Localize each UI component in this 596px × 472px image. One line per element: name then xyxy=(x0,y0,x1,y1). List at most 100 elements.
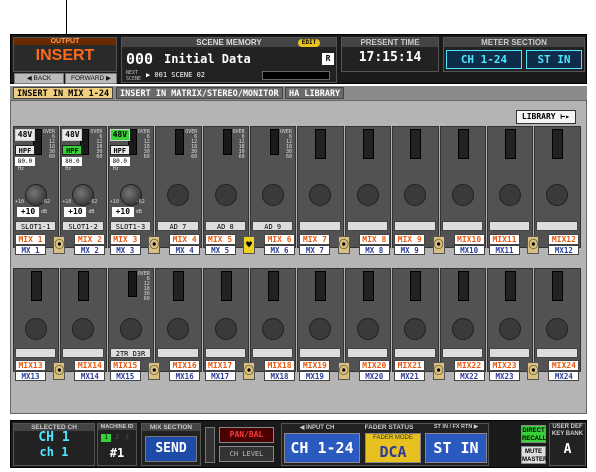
selected-ch-block[interactable]: SELECTED CH CH 1 ch 1 xyxy=(13,423,95,466)
input-patch-label[interactable] xyxy=(15,348,57,358)
gain-knob[interactable] xyxy=(451,184,474,206)
input-patch-label[interactable] xyxy=(299,348,341,358)
input-ch-button[interactable]: CH 1-24 xyxy=(284,433,360,463)
gain-knob[interactable] xyxy=(451,318,474,340)
input-patch-label[interactable]: 2TR D3R xyxy=(109,348,152,358)
st-in-button[interactable]: ST IN xyxy=(425,433,487,463)
mix-bus-label: MIX18 xyxy=(264,360,295,371)
stereo-link-icon[interactable]: ⦿ xyxy=(148,362,161,380)
input-patch-label[interactable]: SLOT1-1 xyxy=(15,221,57,231)
gain-knob[interactable] xyxy=(214,184,237,206)
present-time-label: PRESENT TIME xyxy=(342,38,438,47)
mx-bus-label: MX12 xyxy=(548,245,580,255)
machine-id-block[interactable]: MACHINE ID 1 2 3 #1 xyxy=(97,423,137,466)
stereo-link-icon[interactable]: ⦿ xyxy=(148,236,161,254)
input-patch-label[interactable] xyxy=(489,221,531,231)
meter-section-block[interactable]: METER SECTION CH 1-24 ST IN xyxy=(443,37,585,72)
forward-button[interactable]: FORWARD ▶ xyxy=(65,73,117,84)
mix-bus-label: MIX14 xyxy=(74,360,106,371)
hpf-frequency[interactable]: 80.0 xyxy=(62,157,83,166)
input-patch-label[interactable] xyxy=(394,348,436,358)
input-patch-label[interactable] xyxy=(299,221,341,231)
scene-memory-block[interactable]: SCENE MEMORY EDIT 000 Initial Data R NEX… xyxy=(121,37,337,83)
input-patch-label[interactable] xyxy=(536,348,578,358)
scene-flag: R xyxy=(322,53,334,65)
hpf-frequency[interactable]: 80.0 xyxy=(109,157,130,166)
input-patch-label[interactable]: SLOT1-3 xyxy=(109,221,152,231)
level-meter xyxy=(552,129,564,159)
phantom-48v-button[interactable]: 48V xyxy=(15,129,35,141)
gain-knob[interactable] xyxy=(119,318,142,340)
fader-mode-block[interactable]: FADER MODE DCA xyxy=(365,433,421,463)
level-meter xyxy=(505,129,516,159)
stereo-link-icon[interactable]: ⦿ xyxy=(337,236,350,254)
input-patch-label[interactable] xyxy=(536,221,578,231)
gain-knob[interactable] xyxy=(25,318,47,340)
pan-bal-button[interactable]: PAN/BAL xyxy=(219,427,274,443)
stereo-link-active-icon[interactable]: ♥ xyxy=(243,236,255,254)
input-ch-label: ◀ INPUT CH xyxy=(299,425,335,431)
ch-level-button[interactable]: CH LEVEL xyxy=(219,446,274,462)
stereo-link-icon[interactable]: ⦿ xyxy=(243,362,255,380)
input-patch-label[interactable] xyxy=(489,348,531,358)
phantom-48v-button[interactable]: 48V xyxy=(109,129,130,141)
input-patch-label[interactable]: AD 7 xyxy=(157,221,199,231)
gain-knob[interactable] xyxy=(499,184,521,206)
input-patch-label[interactable] xyxy=(346,221,389,231)
meter-section-label: METER SECTION xyxy=(444,38,584,47)
input-patch-label[interactable] xyxy=(394,221,436,231)
input-patch-label[interactable] xyxy=(441,221,483,231)
input-patch-label[interactable] xyxy=(252,348,294,358)
hpf-frequency[interactable]: 80.0 xyxy=(15,157,35,166)
gain-value[interactable]: +10 xyxy=(17,207,39,217)
library-button[interactable]: LIBRARY ⊢▸ xyxy=(516,110,576,124)
gain-knob[interactable] xyxy=(356,318,379,340)
stereo-link-icon[interactable]: ⦿ xyxy=(432,362,445,380)
gain-knob[interactable] xyxy=(262,318,284,340)
machine-id-3[interactable]: 3 xyxy=(123,434,131,442)
hpf-button[interactable]: HPF xyxy=(62,145,83,155)
bottom-status-bar: SELECTED CH CH 1 ch 1 MACHINE ID 1 2 3 #… xyxy=(10,420,587,468)
gain-knob[interactable] xyxy=(262,184,284,206)
stereo-link-icon[interactable]: ⦿ xyxy=(527,236,540,254)
mix-bus-label: MIX22 xyxy=(453,360,485,371)
hpf-button[interactable]: HPF xyxy=(109,145,130,155)
tab-ha-library[interactable]: HA LIBRARY xyxy=(285,87,345,99)
stereo-link-icon[interactable]: ⦿ xyxy=(53,362,66,380)
direct-recall-button[interactable]: DIRECT RECALL xyxy=(521,425,546,443)
mix-toggle-switch[interactable] xyxy=(205,427,215,463)
gain-db-label: dB xyxy=(135,209,142,215)
input-patch-label[interactable]: AD 8 xyxy=(204,221,246,231)
machine-id-1[interactable]: 1 xyxy=(101,434,111,442)
input-patch-label[interactable] xyxy=(346,348,389,358)
stereo-link-icon[interactable]: ⦿ xyxy=(337,362,350,380)
output-block[interactable]: OUTPUT INSERT xyxy=(13,37,117,72)
input-patch-label[interactable] xyxy=(157,348,199,358)
gain-value[interactable]: +10 xyxy=(64,207,87,217)
user-def-block[interactable]: USER DEF KEY BANK A xyxy=(549,423,586,466)
input-patch-label[interactable] xyxy=(62,348,104,358)
mute-master-button[interactable]: MUTE MASTER xyxy=(521,446,547,464)
machine-id-2[interactable]: 2 xyxy=(113,434,121,442)
back-button[interactable]: ◀ BACK xyxy=(14,73,64,84)
meter-stin-button[interactable]: ST IN xyxy=(526,50,582,69)
phantom-48v-button[interactable]: 48V xyxy=(62,129,83,141)
hpf-button[interactable]: HPF xyxy=(15,145,35,155)
next-scene-field[interactable] xyxy=(262,71,330,80)
input-patch-label[interactable]: SLOT1-2 xyxy=(62,221,104,231)
input-patch-label[interactable]: AD 9 xyxy=(252,221,294,231)
input-patch-label[interactable] xyxy=(441,348,483,358)
stereo-link-icon[interactable]: ⦿ xyxy=(432,236,445,254)
meter-ch-button[interactable]: CH 1-24 xyxy=(446,50,522,69)
tab-insert-in-mix[interactable]: INSERT IN MIX 1-24 xyxy=(13,87,114,99)
tab-insert-in-matrix[interactable]: INSERT IN MATRIX/STEREO/MONITOR xyxy=(116,87,283,99)
gain-knob[interactable] xyxy=(214,318,237,340)
input-patch-label[interactable] xyxy=(204,348,246,358)
meter-scale-mark: 60 xyxy=(143,296,150,302)
stereo-link-icon[interactable]: ⦿ xyxy=(53,236,66,254)
send-button[interactable]: SEND xyxy=(145,436,197,462)
gain-knob[interactable] xyxy=(499,318,521,340)
gain-knob[interactable] xyxy=(356,184,379,206)
stereo-link-icon[interactable]: ⦿ xyxy=(527,362,540,380)
gain-value[interactable]: +10 xyxy=(111,207,134,217)
